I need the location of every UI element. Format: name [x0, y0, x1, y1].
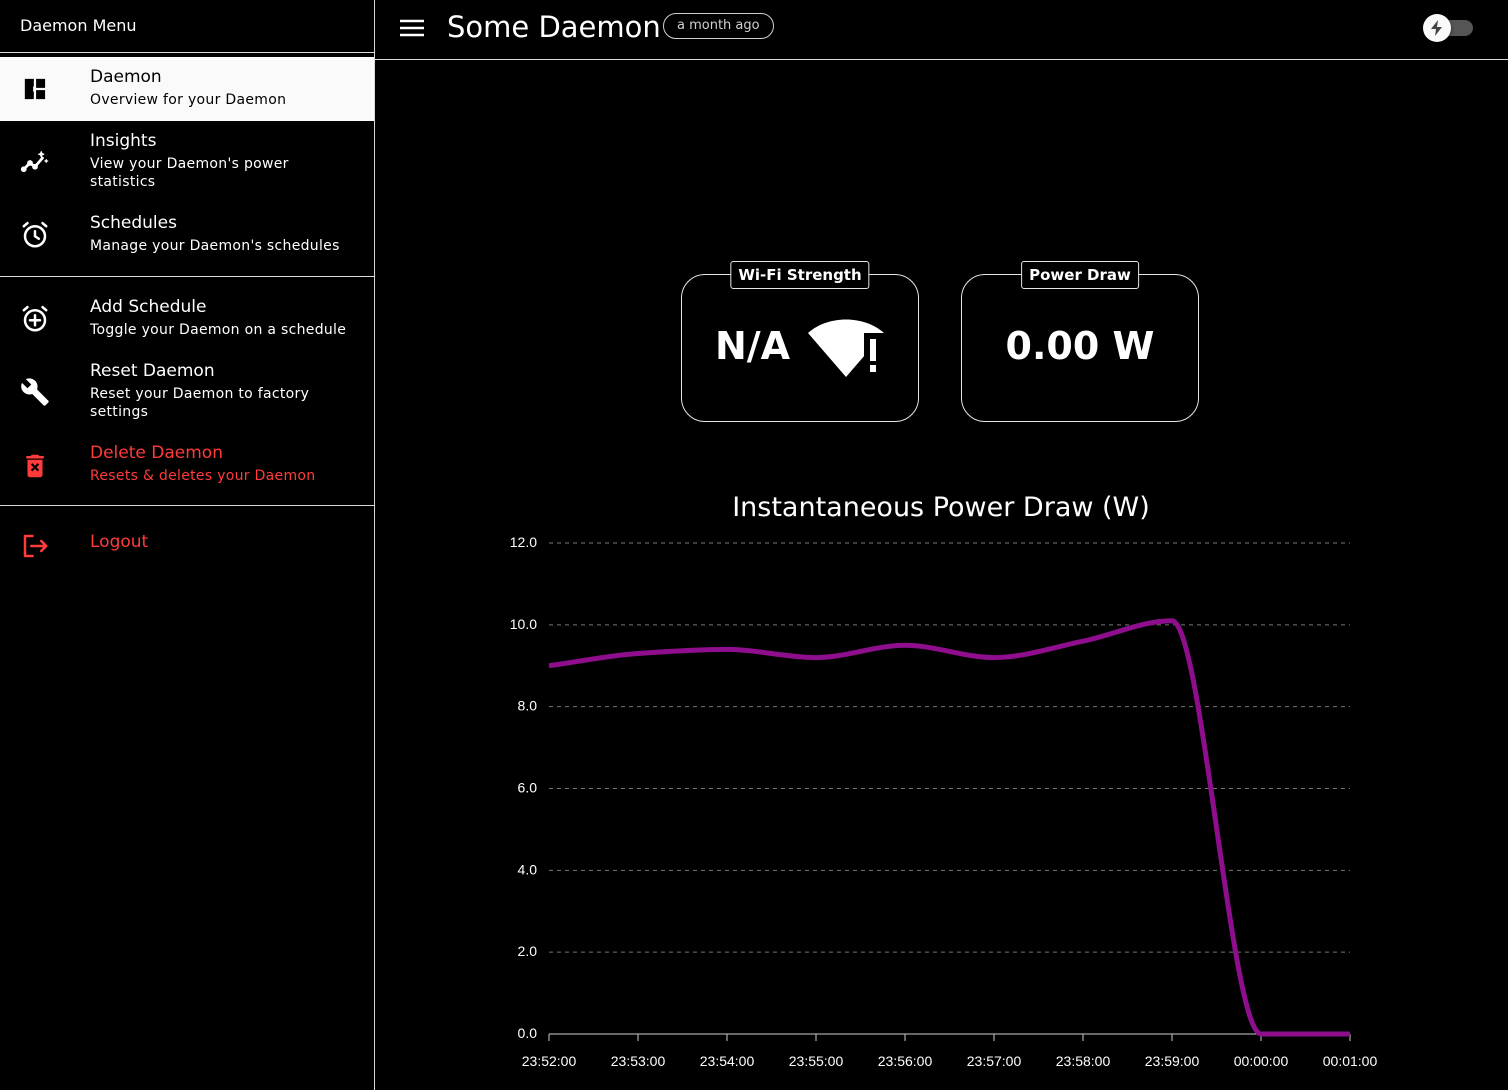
- x-tick-label: 23:52:00: [522, 1053, 577, 1069]
- y-tick-label: 12.0: [510, 534, 537, 550]
- x-tick-label: 00:00:00: [1234, 1053, 1289, 1069]
- x-tick-label: 23:59:00: [1145, 1053, 1200, 1069]
- x-tick-label: 23:54:00: [700, 1053, 755, 1069]
- x-tick-label: 23:55:00: [789, 1053, 844, 1069]
- y-tick-label: 2.0: [518, 943, 538, 959]
- y-tick-label: 8.0: [518, 698, 538, 714]
- power-chart: 0.0 2.0 4.0 6.0 8.0 10.0 12.0 23:52:00 23:53:00 2…: [510, 534, 1378, 1069]
- x-tick-label: 23:58:00: [1056, 1053, 1111, 1069]
- x-tick-label: 00:01:00: [1323, 1053, 1378, 1069]
- y-tick-label: 10.0: [510, 616, 537, 632]
- x-tick-label: 23:57:00: [967, 1053, 1022, 1069]
- y-tick-label: 6.0: [518, 780, 538, 796]
- y-tick-label: 0.0: [518, 1025, 538, 1041]
- x-tick-label: 23:53:00: [611, 1053, 666, 1069]
- x-tick-label: 23:56:00: [878, 1053, 933, 1069]
- series-line: [548, 618, 1350, 1037]
- y-tick-label: 4.0: [518, 861, 538, 877]
